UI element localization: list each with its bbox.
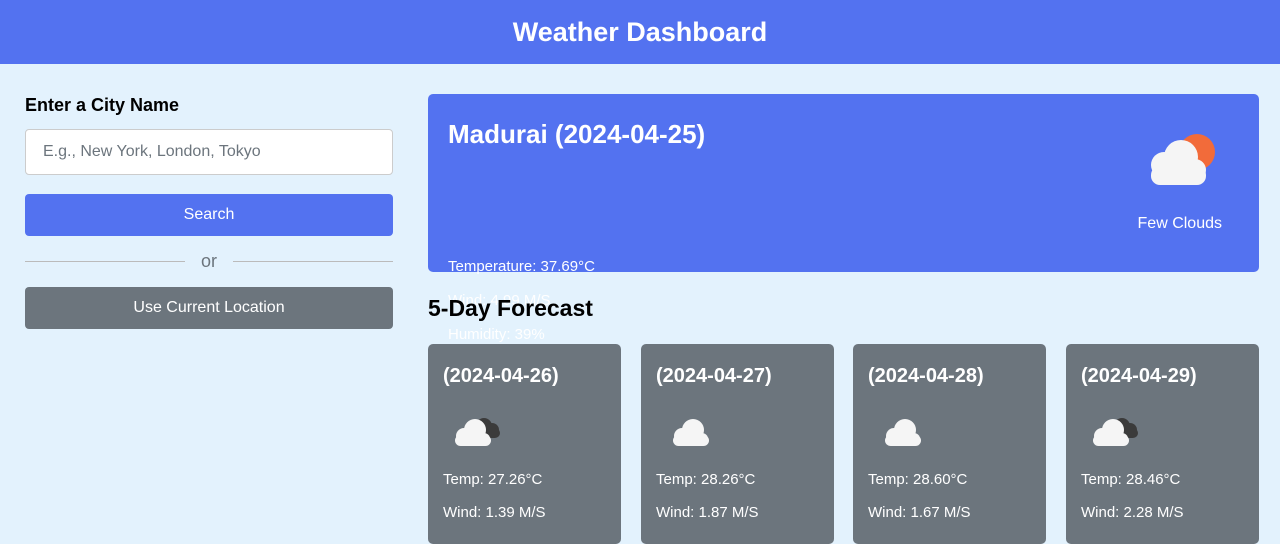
forecast-wind: Wind: 1.39 M/S [443, 504, 546, 521]
separator-line-left [25, 261, 185, 262]
forecast-date: (2024-04-27) [656, 365, 772, 387]
current-weather-description: Few Clouds [1137, 215, 1222, 232]
use-current-location-button[interactable]: Use Current Location [25, 287, 393, 329]
broken-clouds-icon [450, 410, 504, 450]
forecast-card: (2024-04-29) Temp: 28.46°C Wind: 2.28 M/… [1066, 344, 1259, 544]
separator-line-right [233, 261, 394, 262]
current-temperature: Temperature: 37.69°C [448, 258, 595, 275]
forecast-card: (2024-04-27) Temp: 28.26°C Wind: 1.87 M/… [641, 344, 834, 544]
cloud-icon [663, 410, 717, 450]
search-button[interactable]: Search [25, 194, 393, 236]
current-city-title: Madurai (2024-04-25) [448, 119, 706, 149]
forecast-wind: Wind: 1.67 M/S [868, 504, 971, 521]
forecast-temp: Temp: 28.60°C [868, 471, 968, 488]
broken-clouds-icon [1088, 410, 1142, 450]
search-panel: Enter a City Name Search or Use Current … [25, 95, 394, 329]
forecast-temp: Temp: 28.26°C [656, 471, 756, 488]
forecast-temp: Temp: 28.46°C [1081, 471, 1181, 488]
forecast-temp: Temp: 27.26°C [443, 471, 543, 488]
cloud-icon [875, 410, 929, 450]
forecast-date: (2024-04-28) [868, 365, 984, 387]
forecast-date: (2024-04-26) [443, 365, 559, 387]
current-humidity: Humidity: 39% [448, 326, 545, 343]
few-clouds-day-icon [1139, 130, 1219, 190]
city-search-input[interactable] [25, 129, 393, 175]
forecast-heading: 5-Day Forecast [428, 295, 593, 321]
app-header: Weather Dashboard [0, 0, 1280, 64]
forecast-card: (2024-04-26) Temp: 27.26°C Wind: 1.39 M/… [428, 344, 621, 544]
city-input-label: Enter a City Name [25, 95, 180, 115]
or-separator: or [25, 249, 394, 274]
page-title: Weather Dashboard [512, 16, 768, 47]
forecast-wind: Wind: 1.87 M/S [656, 504, 759, 521]
current-weather-card: Madurai (2024-04-25) Temperature: 37.69°… [428, 94, 1259, 343]
forecast-wind: Wind: 2.28 M/S [1081, 504, 1184, 521]
forecast-card: (2024-04-28) Temp: 28.60°C Wind: 1.67 M/… [853, 344, 1046, 544]
forecast-date: (2024-04-29) [1081, 365, 1197, 387]
separator-text: or [201, 251, 218, 271]
